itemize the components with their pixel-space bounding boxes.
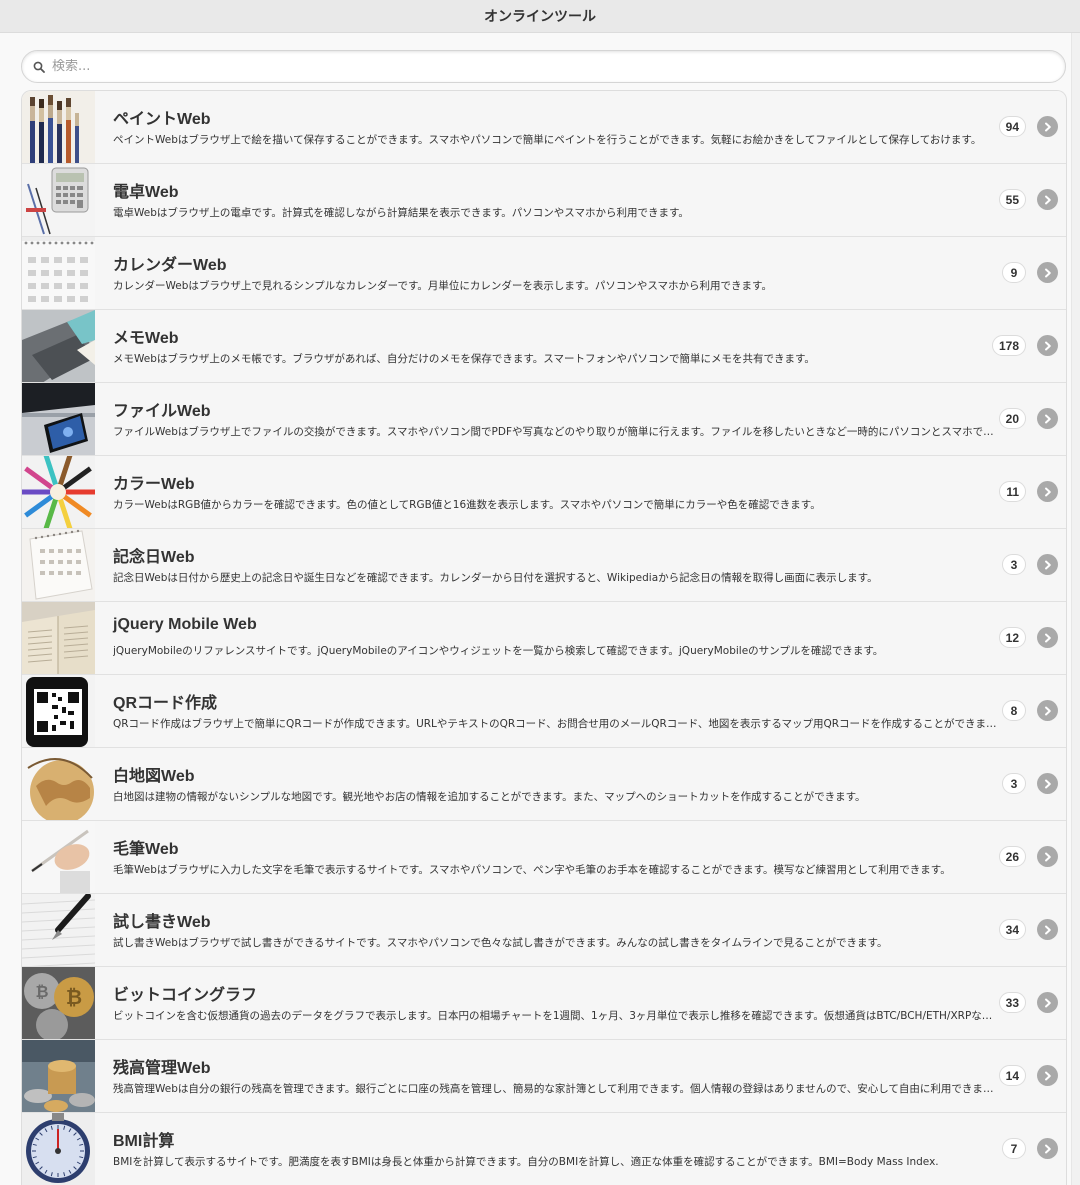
search-input[interactable] [52,59,1032,74]
chevron-right-icon[interactable] [1037,116,1058,137]
chevron-right-icon[interactable] [1037,919,1058,940]
item-title: jQuery Mobile Web [113,616,257,633]
list-item[interactable]: ファイルWeb ファイルWebはブラウザ上でファイルの交換ができます。スマホやパ… [22,383,1066,456]
count-badge: 20 [998,408,1026,429]
item-description: 毛筆Webはブラウザに入力した文字を毛筆で表示するサイトです。スマホやパソコンで… [113,864,951,876]
item-title: ビットコイングラフ [113,987,258,1004]
item-title: カレンダーWeb [113,257,227,274]
item-description: メモWebはブラウザ上のメモ帳です。ブラウザがあれば、自分だけのメモを保存できま… [113,353,815,365]
item-title: 記念日Web [113,549,195,566]
chevron-right-icon[interactable] [1037,992,1058,1013]
list-item[interactable]: 電卓Web 電卓Webはブラウザ上の電卓です。計算式を確認しながら計算結果を表示… [22,164,1066,237]
scrollbar[interactable] [1071,33,1080,1185]
item-title: 電卓Web [113,184,179,201]
chevron-right-icon[interactable] [1037,335,1058,356]
chevron-right-icon[interactable] [1037,846,1058,867]
list-item[interactable]: 毛筆Web 毛筆Webはブラウザに入力した文字を毛筆で表示するサイトです。スマホ… [22,821,1066,894]
count-badge: 33 [998,992,1026,1013]
item-title: 試し書きWeb [113,914,211,931]
list-item[interactable]: カラーWeb カラーWebはRGB値からカラーを確認できます。色の値としてRGB… [22,456,1066,529]
item-description: ビットコインを含む仮想通貨の過去のデータをグラフで表示します。日本円の相場チャー… [113,1010,998,1022]
item-description: BMIを計算して表示するサイトです。肥満度を表すBMIは身長と体重から計算できま… [113,1156,939,1168]
count-badge: 26 [998,846,1026,867]
calculator-icon [22,164,95,236]
svg-text:₿: ₿ [66,985,82,1009]
writing-pen-icon [22,821,95,893]
chevron-right-icon[interactable] [1037,700,1058,721]
list-item[interactable]: QRコード作成 QRコード作成はブラウザ上で簡単にQRコードが作成できます。UR… [22,675,1066,748]
color-pencils-icon [22,456,95,528]
list-item[interactable]: ₿ ₿ ビットコイングラフ ビットコインを含む仮想通貨の過去のデータをグラフで表… [22,967,1066,1040]
list-item[interactable]: 白地図Web 白地図は建物の情報がないシンプルな地図です。観光地やお店の情報を追… [22,748,1066,821]
item-description: 残高管理Webは自分の銀行の残高を管理できます。銀行ごとに口座の残高を管理し、簡… [113,1083,998,1095]
globe-icon [22,748,95,820]
list-item[interactable]: BMI計算 BMIを計算して表示するサイトです。肥満度を表すBMIは身長と体重か… [22,1113,1066,1185]
qr-phone-icon [22,675,95,747]
count-badge: 11 [999,481,1026,502]
chevron-right-icon[interactable] [1037,189,1058,210]
laptop-phone-icon [22,383,95,455]
list-item[interactable]: メモWeb メモWebはブラウザ上のメモ帳です。ブラウザがあれば、自分だけのメモ… [22,310,1066,383]
page-title: オンラインツール [484,9,596,25]
chevron-right-icon[interactable] [1037,627,1058,648]
count-badge: 178 [991,335,1026,356]
chevron-right-icon[interactable] [1037,262,1058,283]
desk-calendar-icon [22,529,95,601]
bitcoin-icon: ₿ ₿ [22,967,95,1039]
chevron-right-icon[interactable] [1037,408,1058,429]
count-badge: 3 [1002,554,1026,575]
list-item[interactable]: ペイントWeb ペイントWebはブラウザ上で絵を描いて保存することができます。ス… [22,91,1066,164]
count-badge: 3 [1002,773,1026,794]
count-badge: 7 [1002,1138,1026,1159]
item-title: ファイルWeb [113,403,211,420]
item-description: 白地図は建物の情報がないシンプルな地図です。観光地やお店の情報を追加することがで… [113,791,866,803]
count-badge: 55 [998,189,1026,210]
brushes-icon [22,91,95,163]
count-badge: 9 [1002,262,1026,283]
item-title: カラーWeb [113,476,195,493]
item-description: jQueryMobileのリファレンスサイトです。jQueryMobileのアイ… [113,645,884,657]
item-title: 毛筆Web [113,841,179,858]
tool-list: ペイントWeb ペイントWebはブラウザ上で絵を描いて保存することができます。ス… [21,90,1067,1185]
item-title: 残高管理Web [113,1060,211,1077]
item-description: 電卓Webはブラウザ上の電卓です。計算式を確認しながら計算結果を表示できます。パ… [113,207,689,219]
list-item[interactable]: jQuery Mobile Web jQueryMobileのリファレンスサイト… [22,602,1066,675]
item-title: 白地図Web [113,768,195,785]
list-item[interactable]: 記念日Web 記念日Webは日付から歴史上の記念日や誕生日などを確認できます。カ… [22,529,1066,602]
item-title: ペイントWeb [113,111,211,128]
search-icon [26,50,52,83]
list-item[interactable]: カレンダーWeb カレンダーWebはブラウザ上で見れるシンプルなカレンダーです。… [22,237,1066,310]
fountain-pen-icon [22,894,95,966]
scale-icon [22,1113,95,1185]
item-description: カラーWebはRGB値からカラーを確認できます。色の値としてRGB値と16進数を… [113,499,821,511]
search-box[interactable] [21,50,1066,83]
calendar-icon [22,237,95,309]
list-item[interactable]: 試し書きWeb 試し書きWebはブラウザで試し書きができるサイトです。スマホやパ… [22,894,1066,967]
chevron-right-icon[interactable] [1037,554,1058,575]
notebook-icon [22,310,95,382]
item-description: QRコード作成はブラウザ上で簡単にQRコードが作成できます。URLやテキストのQ… [113,718,998,730]
header-bar: オンラインツール [0,0,1080,33]
item-title: QRコード作成 [113,695,218,712]
coins-icon [22,1040,95,1112]
open-book-icon [22,602,95,674]
count-badge: 34 [998,919,1026,940]
count-badge: 12 [998,627,1026,648]
count-badge: 8 [1002,700,1026,721]
count-badge: 94 [998,116,1026,137]
item-title: BMI計算 [113,1133,175,1150]
item-description: ペイントWebはブラウザ上で絵を描いて保存することができます。スマホやパソコンで… [113,134,982,146]
svg-text:₿: ₿ [35,982,48,1001]
list-item[interactable]: 残高管理Web 残高管理Webは自分の銀行の残高を管理できます。銀行ごとに口座の… [22,1040,1066,1113]
item-description: 記念日Webは日付から歴史上の記念日や誕生日などを確認できます。カレンダーから日… [113,572,878,584]
item-description: カレンダーWebはブラウザ上で見れるシンプルなカレンダーです。月単位にカレンダー… [113,280,772,292]
chevron-right-icon[interactable] [1037,773,1058,794]
count-badge: 14 [998,1065,1026,1086]
item-description: ファイルWebはブラウザ上でファイルの交換ができます。スマホやパソコン間でPDF… [113,426,998,438]
item-title: メモWeb [113,330,179,347]
chevron-right-icon[interactable] [1037,481,1058,502]
chevron-right-icon[interactable] [1037,1138,1058,1159]
item-description: 試し書きWebはブラウザで試し書きができるサイトです。スマホやパソコンで色々な試… [113,937,888,949]
chevron-right-icon[interactable] [1037,1065,1058,1086]
